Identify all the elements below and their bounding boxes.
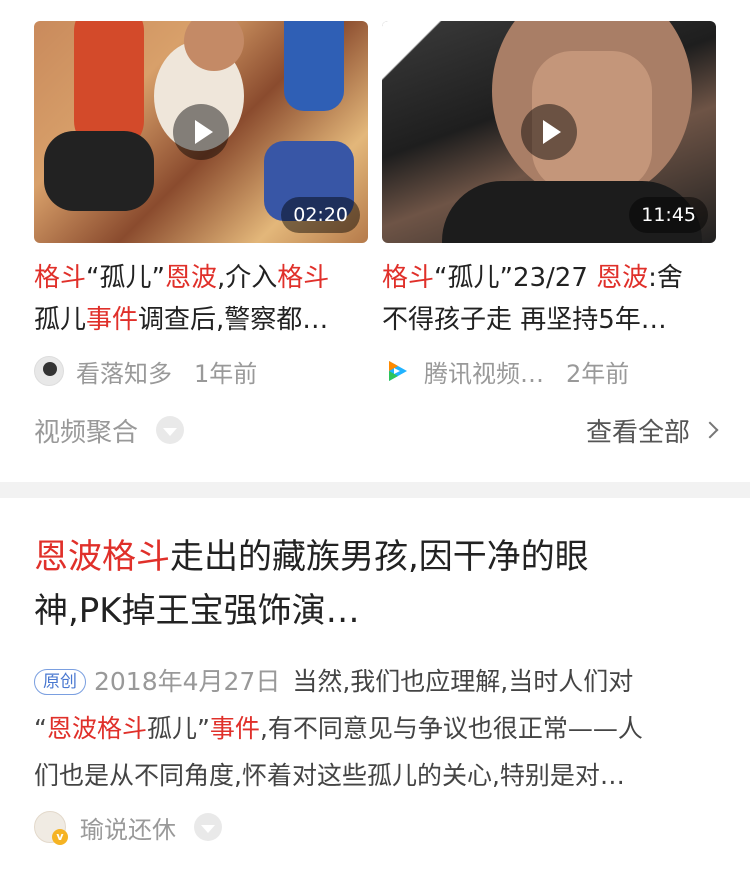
video-title-line-1: 格斗“孤儿”恩波,介入格斗 (34, 257, 368, 299)
chevron-right-icon (701, 421, 719, 439)
highlight-text: 恩波 (164, 263, 217, 293)
video-title-line-2: 孤儿事件调查后,警察都… (34, 299, 368, 341)
video-source: 看落知多 (76, 359, 172, 388)
video-thumbnail[interactable]: 11:45 (382, 21, 716, 243)
article-title[interactable]: 恩波格斗走出的藏族男孩,因干净的眼 神,PK掉王宝强饰演… (34, 530, 724, 638)
section-divider (0, 482, 750, 498)
video-time: 2年前 (566, 359, 630, 388)
article-author[interactable]: 瑜说还休 (80, 810, 176, 845)
text-segment: “孤儿” (86, 263, 165, 293)
play-button[interactable] (173, 104, 229, 160)
highlight-text: 恩波格斗 (34, 537, 170, 577)
video-title-line-2: 不得孩子走 再坚持5年… (382, 299, 716, 341)
highlight-text: 事件 (86, 305, 139, 335)
video-title[interactable]: 格斗“孤儿”恩波,介入格斗 孤儿事件调查后,警察都… (34, 257, 368, 341)
text-segment: 走出的藏族男孩,因干净的眼 (170, 537, 589, 577)
video-duration: 11:45 (629, 197, 708, 233)
video-time: 1年前 (194, 359, 258, 388)
chevron-down-icon[interactable] (156, 416, 185, 444)
text-segment: 不得孩子走 再坚持5年… (382, 305, 667, 335)
view-all-label: 查看全部 (585, 417, 690, 448)
text-segment: 孤儿 (34, 305, 87, 335)
text-segment: 孤儿” (146, 714, 210, 743)
text-segment: ,介入 (216, 263, 278, 293)
video-title-line-1: 格斗“孤儿”23/27 恩波:舍 (382, 257, 716, 299)
article-snippet-line-2: “恩波格斗孤儿”事件,有不同意见与争议也很正常——人 (34, 705, 724, 752)
video-meta: 看落知多 1年前 (34, 355, 368, 388)
article-meta: v 瑜说还休 (34, 807, 724, 847)
chevron-down-icon[interactable] (194, 813, 222, 841)
highlight-text: 格斗 (382, 263, 435, 293)
article-snippet-line-3: 们也是从不同角度,怀着对这些孤儿的关心,特别是对… (34, 761, 625, 790)
text-segment: “孤儿”23/27 (434, 263, 597, 293)
video-thumbnail[interactable]: 02:20 (34, 21, 368, 243)
highlight-text: 格斗 (34, 263, 87, 293)
video-card[interactable]: 02:20 格斗“孤儿”恩波,介入格斗 孤儿事件调查后,警察都… 看落知多 1年… (34, 21, 368, 388)
verified-v-icon: v (52, 829, 68, 845)
aggregate-label: 视频聚合 (34, 417, 139, 448)
play-icon (195, 120, 213, 144)
article-title-line-2: 神,PK掉王宝强饰演… (34, 591, 360, 631)
article-date: 2018年4月27日 (94, 667, 281, 696)
text-segment: 调查后,警察都… (138, 305, 329, 335)
text-segment: :舍 (648, 263, 683, 293)
text-segment: ,有不同意见与争议也很正常——人 (259, 714, 643, 743)
highlight-text: 格斗 (277, 263, 330, 293)
video-source: 腾讯视频… (424, 359, 544, 388)
video-aggregate-row: 视频聚合 查看全部 (34, 408, 719, 452)
tencent-video-logo (382, 356, 412, 386)
video-card[interactable]: 11:45 格斗“孤儿”23/27 恩波:舍 不得孩子走 再坚持5年… 腾讯视频… (382, 21, 716, 388)
video-meta: 腾讯视频… 2年前 (382, 355, 716, 388)
play-button[interactable] (521, 104, 577, 160)
highlight-text: 恩波格斗 (46, 714, 147, 743)
original-badge: 原创 (34, 669, 86, 695)
article-snippet-line-1: 原创 2018年4月27日 当然,我们也应理解,当时人们对 (34, 658, 724, 705)
video-title[interactable]: 格斗“孤儿”23/27 恩波:舍 不得孩子走 再坚持5年… (382, 257, 716, 341)
source-avatar (34, 356, 64, 386)
view-all-button[interactable]: 查看全部 (585, 412, 719, 449)
highlight-text: 事件 (209, 714, 260, 743)
article-card[interactable]: 恩波格斗走出的藏族男孩,因干净的眼 神,PK掉王宝强饰演… 原创 2018年4月2… (34, 530, 724, 847)
aggregate-label-group[interactable]: 视频聚合 (34, 412, 185, 449)
text-segment: “ (34, 714, 47, 743)
author-avatar[interactable]: v (34, 811, 68, 845)
article-snippet: 原创 2018年4月27日 当然,我们也应理解,当时人们对 “恩波格斗孤儿”事件,有… (34, 658, 724, 799)
article-snippet-text: 当然,我们也应理解,当时人们对 (292, 667, 634, 696)
video-duration: 02:20 (281, 197, 360, 233)
play-icon (543, 120, 561, 144)
article-title-line-1: 恩波格斗走出的藏族男孩,因干净的眼 (34, 530, 724, 584)
highlight-text: 恩波 (596, 263, 649, 293)
